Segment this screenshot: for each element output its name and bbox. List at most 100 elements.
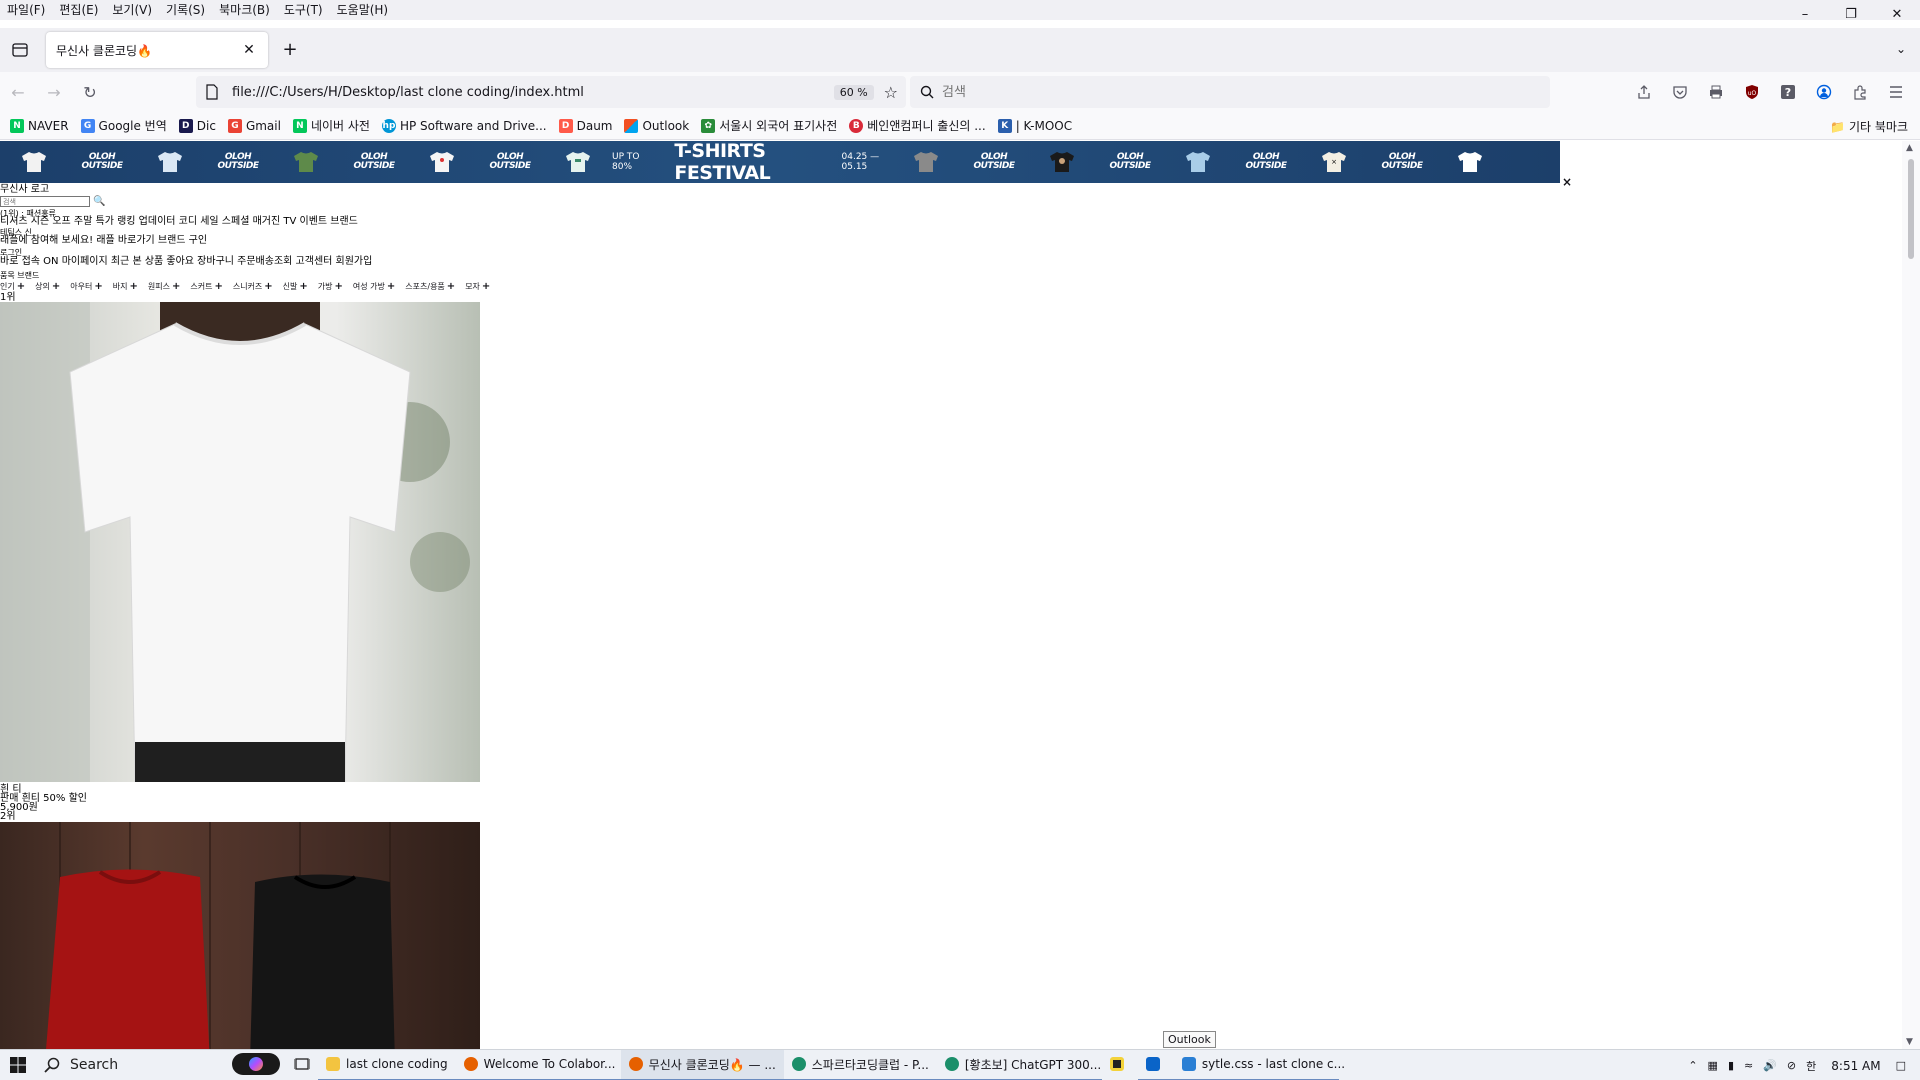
category-item[interactable]: 스니커즈 + (233, 281, 273, 292)
product-image-red-black-tees[interactable] (0, 822, 480, 1049)
ublock-icon[interactable]: uO (1734, 76, 1770, 108)
category-item[interactable]: 인기 + (0, 281, 25, 292)
category-item[interactable]: 상의 + (35, 281, 60, 292)
menu-history[interactable]: 기록(S) (159, 0, 212, 20)
close-window-button[interactable]: ✕ (1874, 0, 1920, 28)
taskbar-app[interactable]: 스파르타코딩클럽 - P... (783, 1050, 937, 1080)
banner-close-button[interactable]: × (1562, 175, 1572, 189)
taskbar-app-label: 무신사 클론코딩🔥 — ... (648, 1057, 776, 1072)
taskbar-app[interactable]: last clone coding (318, 1050, 456, 1080)
new-tab-button[interactable]: + (280, 40, 300, 60)
taskbar-search[interactable]: Search (36, 1057, 226, 1073)
bookmark-item[interactable]: D Daum (558, 118, 612, 133)
bookmark-item[interactable]: N NAVER (10, 118, 69, 133)
zoom-badge[interactable]: 60 % (833, 84, 874, 100)
menu-view[interactable]: 보기(V) (105, 0, 159, 20)
battery-icon[interactable]: ▮ (1728, 1059, 1734, 1072)
reload-button[interactable]: ↻ (72, 76, 108, 108)
bookmark-item[interactable]: B 베인앤컴퍼니 출신의 ... (849, 117, 986, 134)
volume-icon[interactable]: 🔊 (1763, 1059, 1777, 1072)
menu-edit[interactable]: 편집(E) (52, 0, 105, 20)
bookmark-item[interactable]: ✿ 서울시 외국어 표기사전 (701, 117, 837, 134)
forward-button[interactable]: → (36, 76, 72, 108)
category-item[interactable]: 가방 + (318, 281, 343, 292)
bookmark-star-icon[interactable]: ☆ (884, 83, 898, 102)
category-item[interactable]: 바지 + (113, 281, 138, 292)
category-item[interactable]: 스커트 + (190, 281, 222, 292)
chevron-up-icon[interactable]: ⌃ (1688, 1059, 1697, 1072)
bookmark-label: 서울시 외국어 표기사전 (719, 119, 838, 133)
scroll-up-icon[interactable]: ▲ (1906, 143, 1913, 153)
taskbar-app[interactable] (1137, 1050, 1174, 1080)
category-item[interactable]: 여성 가방 + (353, 281, 395, 292)
page-scrollbar[interactable]: ▲ ▼ (1902, 141, 1920, 1049)
taskbar-app[interactable] (1102, 1050, 1138, 1080)
taskbar-app[interactable]: [황초보] ChatGPT 300... (936, 1050, 1102, 1080)
app-tray-icon[interactable]: ▦ (1708, 1059, 1718, 1072)
extensions-icon[interactable] (1842, 76, 1878, 108)
category-item[interactable]: 스포츠/용품 + (405, 281, 455, 292)
task-view-button[interactable] (286, 1050, 318, 1080)
site-search-button[interactable]: 🔍 (93, 196, 105, 207)
url-text[interactable]: file:///C:/Users/H/Desktop/last clone co… (232, 85, 834, 100)
restore-button[interactable]: ❐ (1828, 0, 1874, 28)
minimize-button[interactable]: – (1782, 0, 1828, 28)
site-search-input[interactable] (0, 196, 90, 207)
clock[interactable]: 8:51 AM (1831, 1059, 1880, 1073)
search-input[interactable] (942, 84, 1342, 100)
wifi-icon[interactable]: ≈ (1744, 1059, 1753, 1072)
search-bar[interactable] (910, 76, 1550, 108)
windows-start-button[interactable] (0, 1057, 36, 1073)
bookmark-item[interactable]: G Gmail (227, 118, 281, 133)
site-logo[interactable]: 무신사 로고 (0, 184, 49, 195)
back-button[interactable]: ← (0, 76, 36, 108)
category-item[interactable]: 모자 + (465, 281, 490, 292)
chevron-down-icon[interactable]: ⌄ (1896, 42, 1906, 56)
taskbar-app-label: [황초보] ChatGPT 300... (964, 1057, 1102, 1072)
pocket-icon[interactable] (1662, 76, 1698, 108)
raffle-promo[interactable]: 래플에 참여해 보세요! 래플 바로가기 브랜드 구인 (0, 235, 207, 246)
bookmark-item[interactable]: N 네이버 사전 (292, 117, 370, 134)
tab-close-icon[interactable]: ✕ (240, 42, 258, 58)
category-tabs[interactable]: 품목 브랜드 (0, 270, 39, 281)
menu-file[interactable]: 파일(F) (0, 0, 52, 20)
ime-indicator[interactable]: 한 (1806, 1058, 1816, 1074)
menu-help[interactable]: 도움말(H) (330, 0, 396, 20)
taskbar-app[interactable]: Welcome To Colabor... (455, 1050, 621, 1080)
bookmark-item[interactable]: D Dic (178, 118, 216, 133)
rank-label: 2위 (0, 811, 16, 822)
scroll-thumb[interactable] (1908, 159, 1914, 259)
category-item[interactable]: 원피스 + (148, 281, 180, 292)
account-icon[interactable] (1806, 76, 1842, 108)
menu-bar: 파일(F) 편집(E) 보기(V) 기록(S) 북마크(B) 도구(T) 도움말… (0, 0, 1920, 20)
promo-banner[interactable]: OLOH OUTSIDE OLOH OUTSIDE OLOH OUTSIDE O… (0, 141, 1560, 184)
other-bookmarks[interactable]: 📁 기타 북마크 (1830, 118, 1908, 135)
notification-icon[interactable]: □ (1896, 1059, 1906, 1072)
main-nav[interactable]: 티셔츠 시즌 오프 주말 특가 랭킹 업데이터 코디 세일 스페셜 매거진 TV… (0, 216, 358, 227)
bookmark-item[interactable]: G Google 번역 (80, 117, 167, 134)
menu-tools[interactable]: 도구(T) (277, 0, 330, 20)
category-item[interactable]: 아우터 + (70, 281, 102, 292)
product-image-white-tee[interactable] (0, 302, 480, 782)
scroll-down-icon[interactable]: ▼ (1906, 1037, 1913, 1047)
naver-icon: N (10, 118, 24, 133)
bookmark-item[interactable]: K | K-MOOC (997, 118, 1072, 133)
copilot-button[interactable] (226, 1050, 286, 1080)
help-extension-icon[interactable]: ? (1770, 76, 1806, 108)
url-bar[interactable]: file:///C:/Users/H/Desktop/last clone co… (196, 76, 906, 108)
menu-bookmarks[interactable]: 북마크(B) (212, 0, 277, 20)
category-item[interactable]: 신발 + (283, 281, 308, 292)
brand-logo: OLOH OUTSIDE (1381, 152, 1423, 171)
taskbar-app-active[interactable]: 무신사 클론코딩🔥 — ... (620, 1049, 784, 1080)
sticky-notes-icon (1109, 1057, 1124, 1071)
print-icon[interactable] (1698, 76, 1734, 108)
taskbar-app[interactable]: sytle.css - last clone c... (1173, 1050, 1345, 1080)
member-menu[interactable]: 바로 접속 ON 마이페이지 최근 본 상품 좋아요 장바구니 주문배송조회 고… (0, 256, 372, 267)
bookmark-item[interactable]: hp HP Software and Drive... (381, 118, 547, 133)
tab-active[interactable]: 무신사 클론코딩🔥 ✕ (46, 32, 268, 68)
bookmark-item[interactable]: Outlook (624, 118, 689, 133)
sync-icon[interactable] (1626, 76, 1662, 108)
hamburger-menu-icon[interactable] (1878, 76, 1914, 108)
mute-icon[interactable]: ⊘ (1787, 1059, 1796, 1072)
tab-list-icon[interactable] (8, 38, 32, 62)
